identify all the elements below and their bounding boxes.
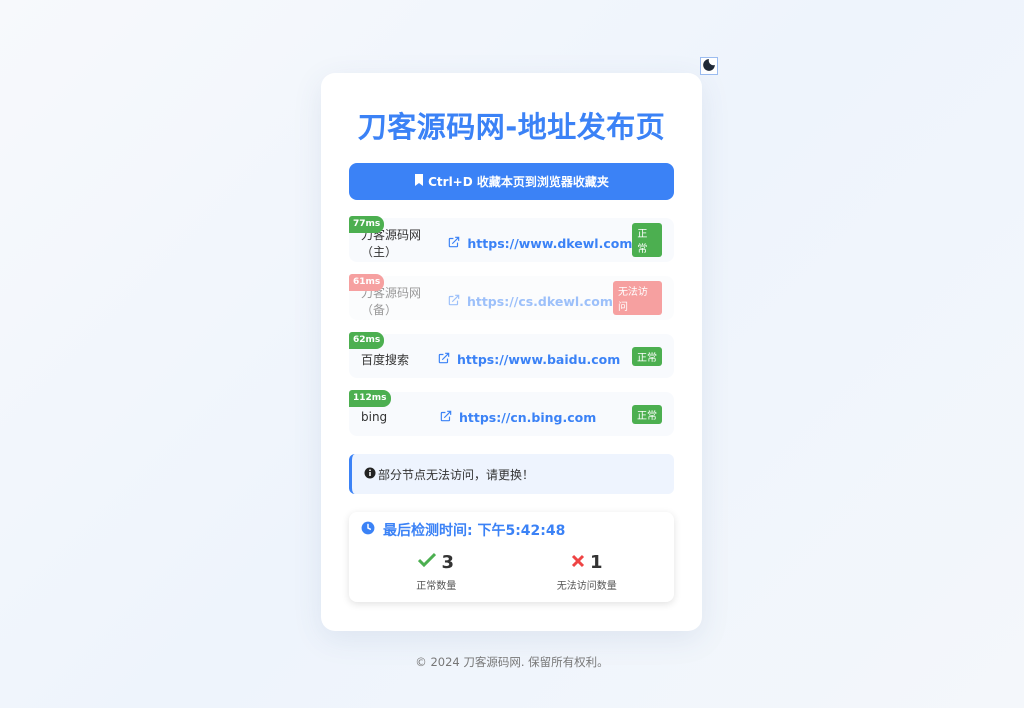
site-row-main: 77ms 刀客源码网（主） https://www.dkewl.com 正常 bbox=[349, 216, 674, 262]
ok-count: 3 bbox=[441, 552, 455, 573]
notice-box: 部分节点无法访问，请更换！ bbox=[349, 454, 674, 494]
site-row-bing: 112ms bing https://cn.bing.com 正常 bbox=[349, 390, 674, 436]
external-link-icon bbox=[437, 351, 451, 368]
notice-text: 部分节点无法访问，请更换！ bbox=[378, 467, 535, 482]
bookmark-label: Ctrl+D 收藏本页到浏览器收藏夹 bbox=[428, 175, 609, 189]
external-link-icon bbox=[447, 235, 461, 252]
status-badge: 正常 bbox=[632, 404, 662, 424]
theme-toggle-button[interactable] bbox=[700, 57, 718, 75]
site-name: bing bbox=[361, 410, 388, 424]
bookmark-button[interactable]: Ctrl+D 收藏本页到浏览器收藏夹 bbox=[349, 163, 674, 200]
bookmark-icon bbox=[414, 174, 424, 189]
latency-badge: 62ms bbox=[349, 332, 385, 349]
stats-row: 3 正常数量 1 无法访问数量 bbox=[361, 552, 662, 592]
site-row-baidu: 62ms 百度搜索 https://www.baidu.com 正常 bbox=[349, 332, 674, 378]
ok-stat: 3 正常数量 bbox=[366, 552, 506, 592]
site-url: https://www.dkewl.com bbox=[467, 235, 633, 251]
last-check-label: 最后检测时间: 下午5:42:48 bbox=[383, 523, 566, 539]
external-link-icon bbox=[439, 409, 453, 426]
site-url: https://www.baidu.com bbox=[457, 351, 621, 367]
fail-count: 1 bbox=[589, 552, 603, 573]
fail-label: 无法访问数量 bbox=[556, 581, 617, 592]
site-list: 77ms 刀客源码网（主） https://www.dkewl.com 正常 6… bbox=[349, 216, 674, 436]
latency-badge: 77ms bbox=[349, 216, 385, 233]
site-url: https://cn.bing.com bbox=[459, 409, 597, 425]
footer-copyright: © 2024 刀客源码网. 保留所有权利。 bbox=[415, 655, 609, 669]
clock-icon bbox=[361, 521, 375, 539]
status-badge: 正常 bbox=[632, 223, 662, 257]
page-title: 刀客源码网-地址发布页 bbox=[357, 110, 666, 144]
site-link-bing[interactable]: https://cn.bing.com bbox=[439, 409, 596, 426]
ok-label: 正常数量 bbox=[416, 581, 457, 592]
check-icon bbox=[418, 552, 437, 573]
last-check-time: 最后检测时间: 下午5:42:48 bbox=[361, 520, 662, 540]
site-row-backup: 61ms 刀客源码网（备） https://cs.dkewl.com 无法访问 bbox=[349, 274, 674, 320]
latency-badge: 112ms bbox=[349, 390, 391, 407]
cross-icon bbox=[571, 552, 585, 573]
fail-stat: 1 无法访问数量 bbox=[517, 552, 657, 592]
site-url: https://cs.dkewl.com bbox=[466, 293, 613, 309]
site-link-main[interactable]: https://www.dkewl.com bbox=[447, 235, 632, 252]
info-circle-icon bbox=[364, 467, 376, 482]
status-badge: 正常 bbox=[632, 346, 662, 366]
site-name: 百度搜索 bbox=[361, 352, 410, 367]
address-card: 刀客源码网-地址发布页 Ctrl+D 收藏本页到浏览器收藏夹 77ms 刀客源码… bbox=[321, 73, 702, 631]
latency-badge: 61ms bbox=[349, 274, 385, 291]
external-link-icon bbox=[447, 293, 461, 310]
check-summary: 最后检测时间: 下午5:42:48 3 正常数量 1 无法访问数量 bbox=[349, 512, 674, 602]
site-link-backup[interactable]: https://cs.dkewl.com bbox=[447, 293, 613, 310]
site-link-baidu[interactable]: https://www.baidu.com bbox=[437, 351, 620, 368]
moon-icon bbox=[702, 57, 716, 76]
status-badge: 无法访问 bbox=[612, 281, 662, 315]
